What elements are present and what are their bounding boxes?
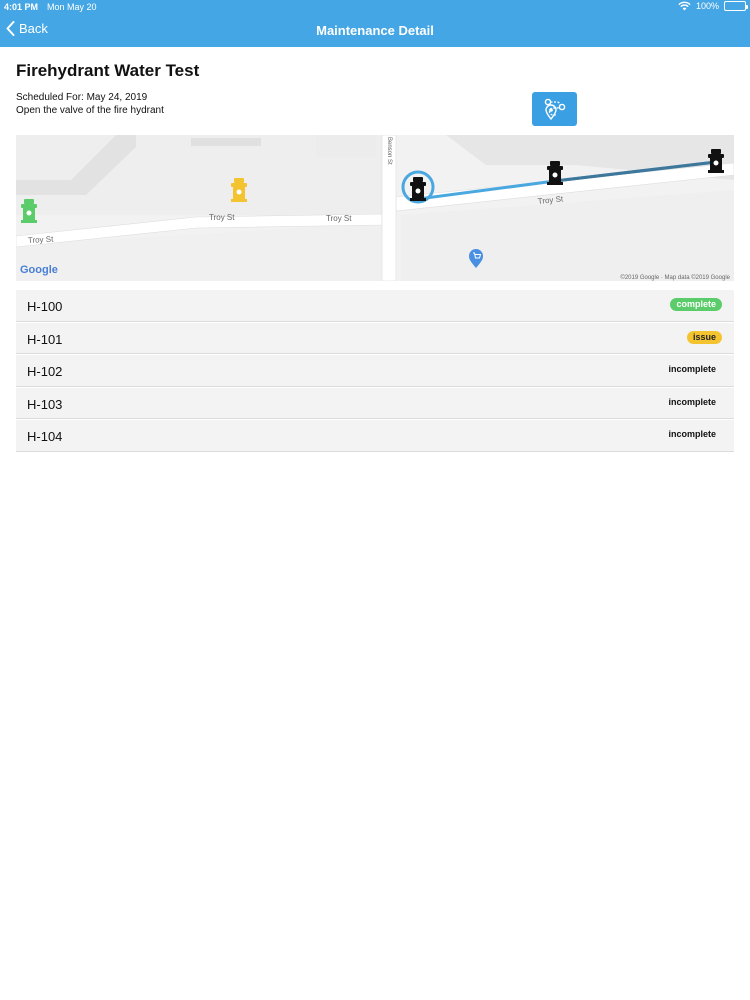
hydrant-marker-incomplete[interactable] — [410, 177, 426, 201]
nav-bar: Back Maintenance Detail — [0, 14, 750, 47]
map-building — [316, 135, 376, 157]
battery-percent: 100% — [695, 1, 719, 11]
status-date: Mon May 20 — [47, 2, 97, 12]
wifi-icon — [678, 1, 691, 11]
street-label: Troy St — [28, 235, 55, 245]
list-item[interactable]: H-103 incomplete — [16, 386, 734, 419]
map-view[interactable]: Troy St Troy St Troy St Troy St Benson S… — [16, 135, 734, 281]
list-item[interactable]: H-100 complete — [16, 289, 734, 322]
status-badge: issue — [686, 330, 722, 344]
map-attribution: ©2019 Google · Map data ©2019 Google — [620, 274, 730, 281]
list-item[interactable]: H-104 incomplete — [16, 419, 734, 452]
scheduled-date: Scheduled For: May 24, 2019 — [16, 92, 148, 103]
status-badge: incomplete — [668, 429, 716, 439]
google-logo: Google — [20, 264, 58, 276]
status-badge: incomplete — [668, 364, 716, 374]
page-title: Firehydrant Water Test — [16, 61, 200, 80]
street-label: Benson St — [386, 137, 392, 165]
route-button[interactable] — [532, 92, 577, 126]
hydrant-id: H-102 — [27, 364, 63, 379]
status-bar: 4:01 PM Mon May 20 100% — [0, 0, 750, 14]
route-icon — [544, 98, 565, 120]
hydrant-id: H-101 — [27, 331, 63, 347]
list-item[interactable]: H-101 issue — [16, 321, 734, 354]
status-badge: incomplete — [668, 396, 716, 407]
street-label: Troy St — [209, 213, 235, 222]
street-label: Troy St — [326, 214, 352, 223]
map-building — [191, 138, 261, 146]
nav-title: Maintenance Detail — [316, 23, 434, 38]
list-item[interactable]: H-102 incomplete — [16, 354, 734, 387]
top-bar: 4:01 PM Mon May 20 100% Back Maintenance… — [0, 0, 750, 47]
task-description: Open the valve of the fire hydrant — [16, 105, 164, 116]
status-right: 100% — [678, 1, 748, 11]
battery-icon — [724, 1, 748, 11]
hydrant-list: H-100 complete H-101 issue H-102 incompl… — [16, 289, 734, 452]
hydrant-id: H-100 — [27, 299, 63, 314]
status-badge: complete — [670, 298, 722, 311]
status-time: 4:01 PM — [4, 2, 39, 12]
hydrant-id: H-103 — [27, 396, 63, 412]
hydrant-id: H-104 — [27, 429, 63, 444]
